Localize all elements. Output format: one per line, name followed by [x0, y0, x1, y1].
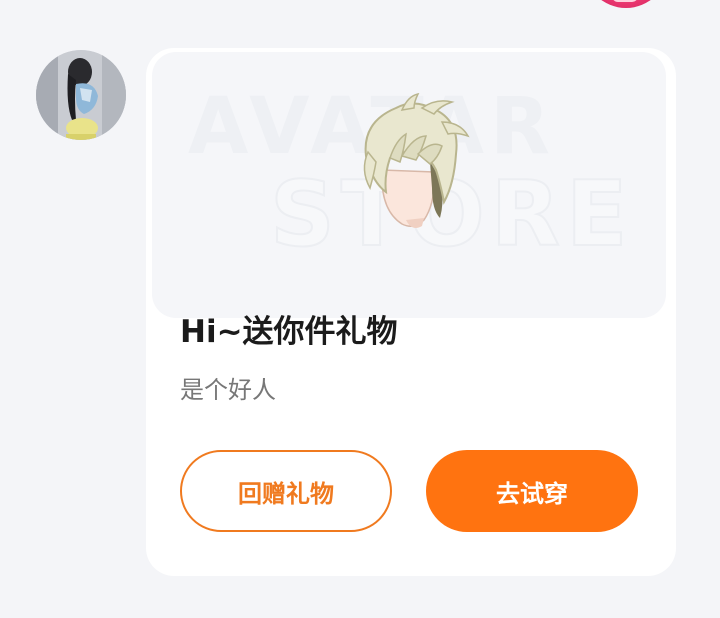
- gift-card: AVATAR STORE: [146, 48, 676, 576]
- other-user-avatar[interactable]: [584, 0, 668, 8]
- gift-message-subtitle: 是个好人: [180, 376, 276, 404]
- gift-preview-banner[interactable]: AVATAR STORE: [152, 52, 666, 318]
- hairstyle-item-icon: [344, 92, 474, 242]
- gift-message-title: Hi~送你件礼物: [180, 314, 398, 350]
- sender-avatar-photo: [36, 50, 126, 140]
- return-gift-button[interactable]: 回赠礼物: [180, 450, 392, 532]
- try-on-button[interactable]: 去试穿: [426, 450, 638, 532]
- sender-avatar[interactable]: [36, 50, 126, 140]
